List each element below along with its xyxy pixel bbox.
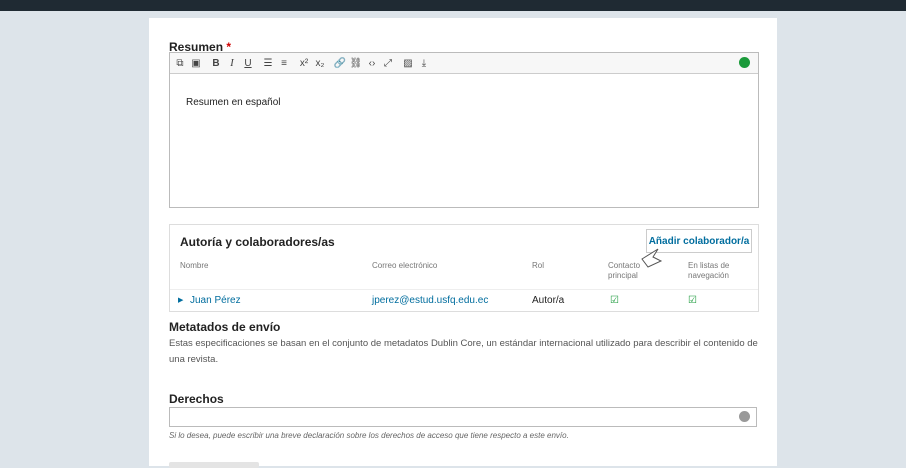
bullet-list-icon[interactable]: ☰ (260, 53, 276, 73)
author-name[interactable]: Juan Pérez (190, 295, 241, 306)
image-icon[interactable]: ▨ (400, 53, 416, 73)
italic-icon[interactable]: I (224, 53, 240, 73)
unlink-icon[interactable]: ⛓ (348, 53, 364, 73)
subscript-icon[interactable]: x₂ (312, 53, 328, 73)
expand-arrow-icon[interactable]: ▶ (178, 296, 183, 304)
copy-icon[interactable]: ⧉ (172, 53, 188, 73)
metadata-description: Estas especificaciones se basan en el co… (169, 338, 758, 365)
rights-input[interactable] (169, 407, 757, 427)
column-email: Correo electrónico (372, 261, 438, 270)
column-role: Rol (532, 261, 545, 270)
column-browse-lists: En listas de navegación (688, 261, 730, 280)
metadata-title: Metatados de envío (169, 320, 281, 334)
abstract-editor[interactable]: ⧉ ▣ B I U ☰ ≡ x² x₂ 🔗 ⛓ ‹› ⤢ ▨ ⤓ Resumen… (169, 52, 759, 208)
column-name: Nombre (180, 261, 209, 270)
author-role: Autor/a (532, 295, 565, 306)
authors-grid: Autoría y colaboradores/as Añadir colabo… (169, 224, 759, 312)
superscript-icon[interactable]: x² (296, 53, 312, 73)
next-field-label-faded (169, 462, 259, 468)
rights-label: Derechos (169, 392, 224, 406)
code-icon[interactable]: ‹› (364, 53, 380, 73)
submission-form: Resumen * ⧉ ▣ B I U ☰ ≡ x² x₂ 🔗 ⛓ ‹› ⤢ ▨… (149, 18, 777, 468)
authors-title: Autoría y colaboradores/as (180, 235, 335, 249)
rights-help-text: Si lo desea, puede escribir una breve de… (169, 431, 569, 440)
paste-icon[interactable]: ▣ (188, 53, 204, 73)
column-primary-contact: Contacto principal (608, 261, 641, 280)
language-globe-icon[interactable] (739, 57, 750, 68)
upload-icon[interactable]: ⤓ (416, 53, 432, 73)
abstract-content[interactable]: Resumen en español (186, 97, 281, 108)
browse-list-check-icon[interactable]: ☑ (688, 295, 697, 306)
editor-toolbar: ⧉ ▣ B I U ☰ ≡ x² x₂ 🔗 ⛓ ‹› ⤢ ▨ ⤓ (170, 53, 758, 74)
link-icon[interactable]: 🔗 (332, 53, 348, 73)
table-row[interactable]: ▶ Juan Pérez jperez@estud.usfq.edu.ec Au… (170, 289, 758, 310)
language-globe-icon[interactable] (739, 411, 750, 422)
bold-icon[interactable]: B (208, 53, 224, 73)
fullscreen-icon[interactable]: ⤢ (380, 53, 396, 73)
primary-contact-check-icon[interactable]: ☑ (610, 295, 619, 306)
author-email: jperez@estud.usfq.edu.ec (372, 295, 489, 306)
numbered-list-icon[interactable]: ≡ (276, 53, 292, 73)
top-bar (0, 0, 906, 11)
underline-icon[interactable]: U (240, 53, 256, 73)
